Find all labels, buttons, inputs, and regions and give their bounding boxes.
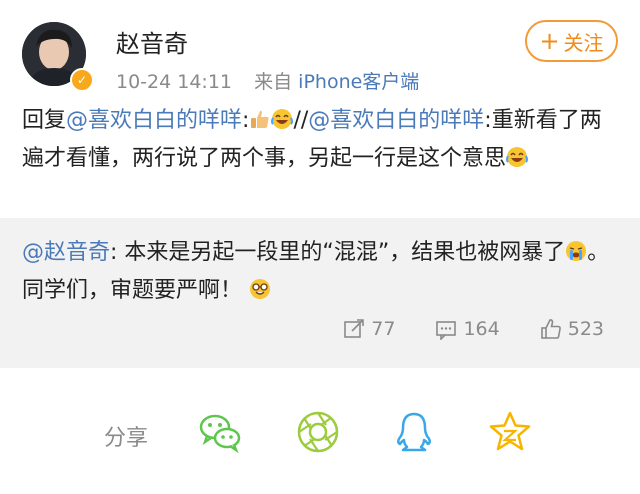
mention-link[interactable]: @喜欢白白的咩咩 [308, 108, 484, 133]
plus-icon: + [539, 27, 560, 55]
separator-colon: : [242, 108, 250, 133]
double-slash: // [293, 108, 309, 133]
post-content: 回复@喜欢白白的咩咩://@喜欢白白的咩咩:重新看了两遍才看懂，两行说了两个事，… [22, 102, 618, 178]
follow-label: 关注 [563, 30, 604, 55]
crying-emoji-icon [566, 241, 587, 261]
mention-link[interactable]: @赵音奇 [22, 240, 110, 265]
mention-link[interactable]: @喜欢白白的咩咩 [66, 108, 242, 133]
repost-stats: 77 164 523 [343, 318, 604, 340]
repost-text-part1: : 本来是另起一段里的“混混”，结果也被网暴了 [110, 240, 566, 265]
comment-count[interactable]: 164 [435, 318, 500, 340]
like-icon [540, 319, 561, 339]
repost-count[interactable]: 77 [343, 318, 395, 340]
repost-icon [344, 319, 365, 338]
repost-block[interactable]: @赵音奇: 本来是另起一段里的“混混”，结果也被网暴了 。同学们，审题要严啊！ 7… [0, 218, 640, 368]
post-source[interactable]: iPhone客户端 [298, 71, 419, 93]
qzone-icon[interactable] [488, 410, 532, 454]
moments-icon[interactable] [296, 410, 340, 454]
thumbs-up-emoji-icon [251, 110, 270, 128]
verified-badge-icon: ✓ [70, 68, 94, 92]
share-label: 分享 [104, 426, 149, 451]
repost-count-value: 77 [371, 318, 396, 340]
comment-icon [436, 321, 457, 340]
repost-text: @赵音奇: 本来是另起一段里的“混混”，结果也被网暴了 。同学们，审题要严啊！ [22, 234, 618, 310]
like-count[interactable]: 523 [540, 318, 604, 340]
wechat-icon[interactable] [198, 410, 242, 454]
post-time: 10-24 14:11 [116, 71, 233, 93]
post-meta: 10-24 14:11 来自 iPhone客户端 [116, 67, 419, 94]
reply-word: 回复 [22, 108, 67, 133]
share-bar: 分享 [0, 380, 640, 494]
comment-count-value: 164 [463, 318, 500, 340]
author-name[interactable]: 赵音奇 [116, 24, 188, 59]
nerd-emoji-icon [250, 279, 271, 299]
post-header: ✓ 赵音奇 10-24 14:11 来自 iPhone客户端 + 关注 [0, 0, 640, 100]
like-count-value: 523 [567, 318, 604, 340]
source-prefix: 来自 [254, 71, 293, 93]
follow-button[interactable]: + 关注 [525, 20, 618, 62]
qq-icon[interactable] [392, 410, 436, 454]
laugh-cry-emoji-icon [271, 109, 294, 129]
laugh-cry-emoji-icon [506, 147, 529, 167]
